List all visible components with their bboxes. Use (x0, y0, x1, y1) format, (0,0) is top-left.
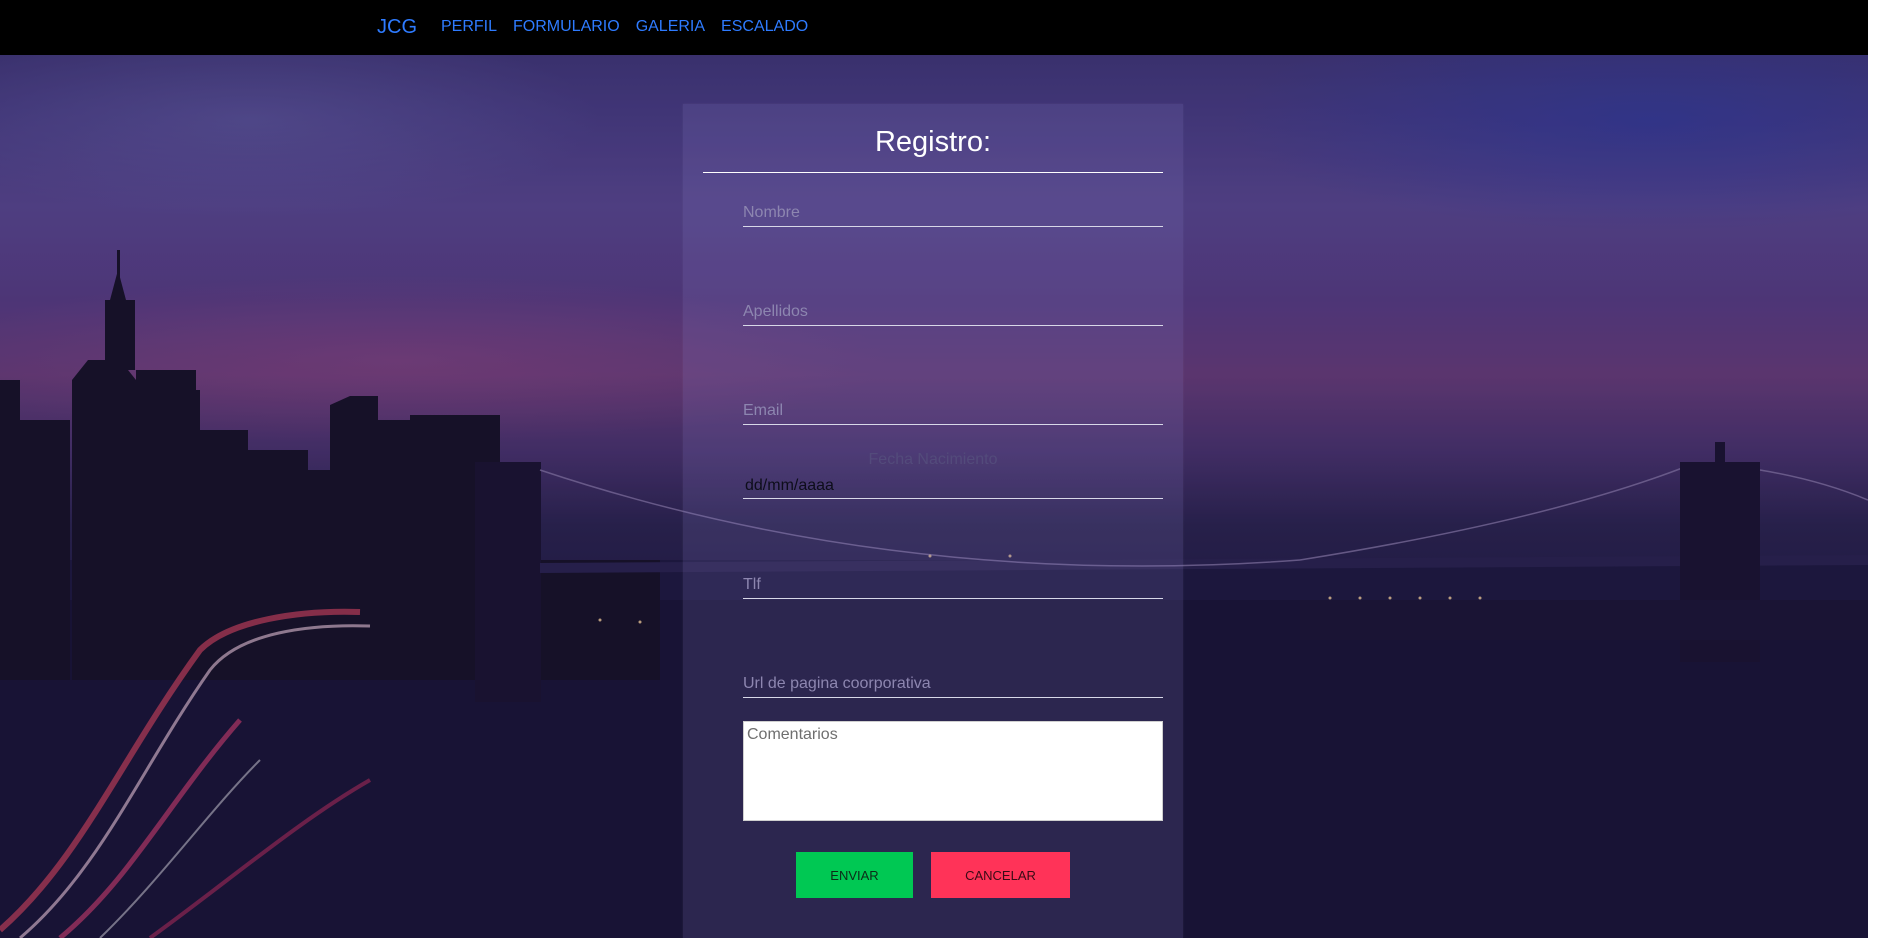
form-title: Registro: (874, 126, 992, 158)
cancelar-button[interactable]: CANCELAR (931, 852, 1070, 898)
email-input[interactable] (743, 398, 1163, 425)
nav-link-perfil[interactable]: PERFIL (441, 17, 497, 37)
tlf-input[interactable] (743, 572, 1163, 599)
page-edge (1868, 0, 1880, 938)
url-input[interactable] (743, 671, 1163, 698)
nav-links: PERFIL FORMULARIO GALERIA ESCALADO (441, 17, 824, 37)
registration-form-card: Registro: Fecha Nacimiento dd/mm/aaaa EN… (683, 104, 1183, 938)
birthdate-value: dd/mm/aaaa (745, 477, 834, 494)
birthdate-label: Fecha Nacimiento (868, 451, 998, 468)
nombre-input[interactable] (743, 200, 1163, 227)
apellidos-input[interactable] (743, 299, 1163, 326)
top-navbar: JCG PERFIL FORMULARIO GALERIA ESCALADO (0, 0, 1868, 55)
nav-link-galeria[interactable]: GALERIA (636, 17, 705, 37)
birthdate-input[interactable]: dd/mm/aaaa (743, 472, 1163, 499)
brand-logo-link[interactable]: JCG (377, 15, 417, 39)
title-divider (703, 172, 1163, 173)
nav-link-escalado[interactable]: ESCALADO (721, 17, 808, 37)
enviar-button[interactable]: ENVIAR (796, 852, 913, 898)
comentarios-textarea[interactable] (743, 721, 1163, 821)
nav-link-formulario[interactable]: FORMULARIO (513, 17, 620, 37)
